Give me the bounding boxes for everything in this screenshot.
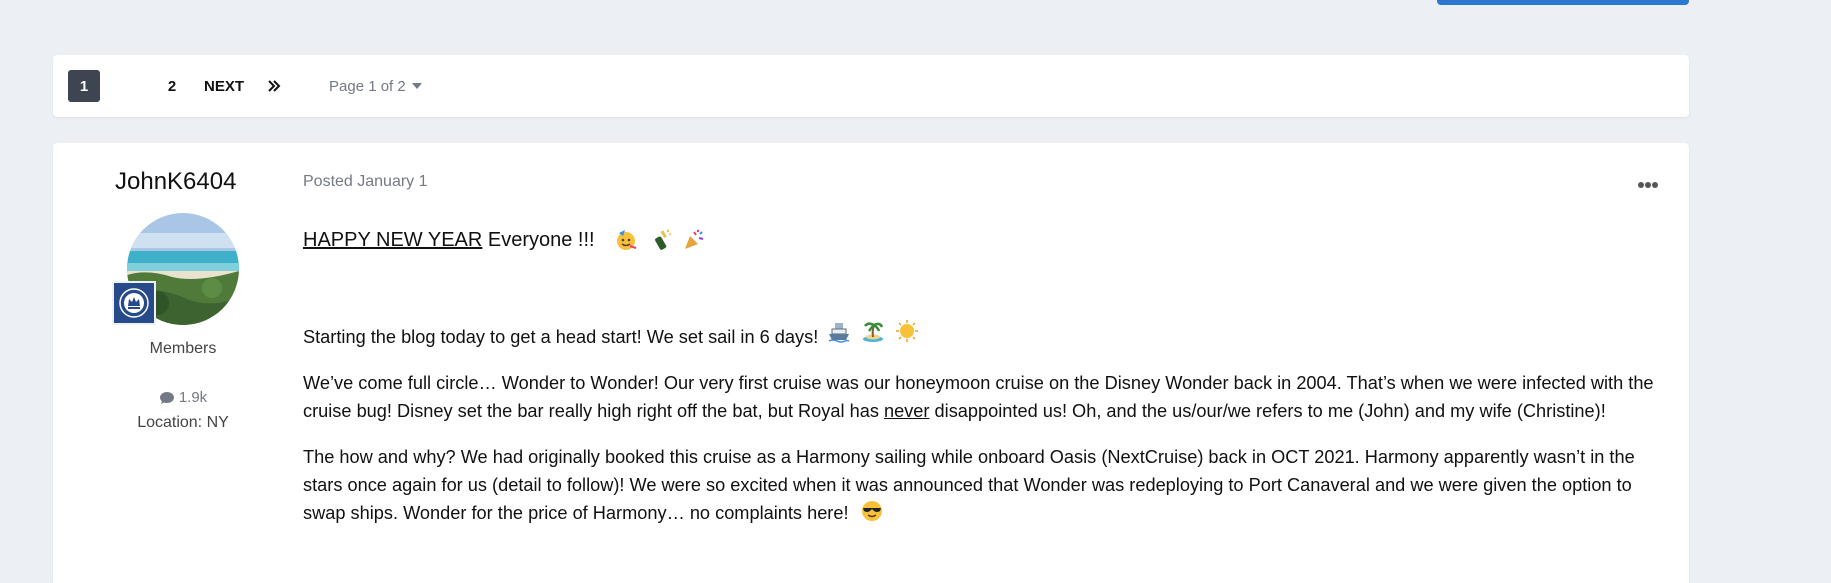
paragraph-2-text-b: disappointed us! Oh, and the us/our/we r…: [929, 401, 1606, 421]
page-1-button[interactable]: 1: [68, 70, 100, 102]
author-location: Location: NY: [137, 414, 229, 431]
next-page-button[interactable]: NEXT: [204, 70, 244, 102]
partying-face-icon: [617, 230, 637, 250]
sunglasses-face-icon: [861, 501, 882, 521]
party-popper-icon: [685, 229, 704, 249]
post-paragraph-3: The how and why? We had originally booke…: [303, 443, 1668, 527]
post-paragraph-2: We’ve come full circle… Wonder to Wonder…: [303, 369, 1668, 425]
paragraph-2-underlined: never: [883, 401, 930, 421]
post-paragraph-1: Starting the blog today to get a head st…: [303, 319, 1668, 351]
champagne-icon: [655, 229, 672, 250]
sun-icon: [896, 320, 919, 342]
author-post-count: 1.9k: [53, 389, 313, 406]
headline-underlined: HAPPY NEW YEAR: [303, 229, 483, 251]
rank-badge: [112, 281, 156, 325]
post-count-value: 1.9k: [178, 389, 208, 406]
last-page-button[interactable]: [267, 70, 281, 102]
comment-icon: [159, 391, 174, 404]
island-icon: [863, 322, 884, 342]
paragraph-1-text: Starting the blog today to get a head st…: [303, 327, 824, 347]
pagination-bar: 1 2 NEXT Page 1 of 2: [53, 55, 1689, 117]
caret-down-icon: [411, 83, 422, 89]
post-body: HAPPY NEW YEAR Everyone !!! Starting the…: [303, 226, 1668, 545]
ship-icon: [829, 323, 850, 343]
page-jump-label: Page 1 of 2: [329, 77, 406, 95]
post-date[interactable]: Posted January 1: [303, 173, 428, 191]
headline-rest: Everyone !!!: [482, 229, 601, 251]
post-options-button[interactable]: [1637, 176, 1659, 194]
royal-caribbean-crown-icon: [119, 288, 149, 318]
page-jump-dropdown[interactable]: Page 1 of 2: [329, 70, 422, 102]
author-name-link[interactable]: JohnK6404: [115, 168, 236, 196]
post-container: JohnK6404 Members 1.9k Location: NY Post…: [53, 143, 1689, 583]
author-group: Members: [149, 340, 217, 357]
top-action-button[interactable]: [1437, 0, 1689, 5]
paragraph-3-text: The how and why? We had originally booke…: [303, 447, 1635, 523]
page-2-button[interactable]: 2: [156, 70, 188, 102]
double-chevron-right-icon: [268, 80, 281, 92]
more-options-icon: [1638, 182, 1658, 188]
post-headline: HAPPY NEW YEAR Everyone !!!: [303, 226, 1668, 254]
